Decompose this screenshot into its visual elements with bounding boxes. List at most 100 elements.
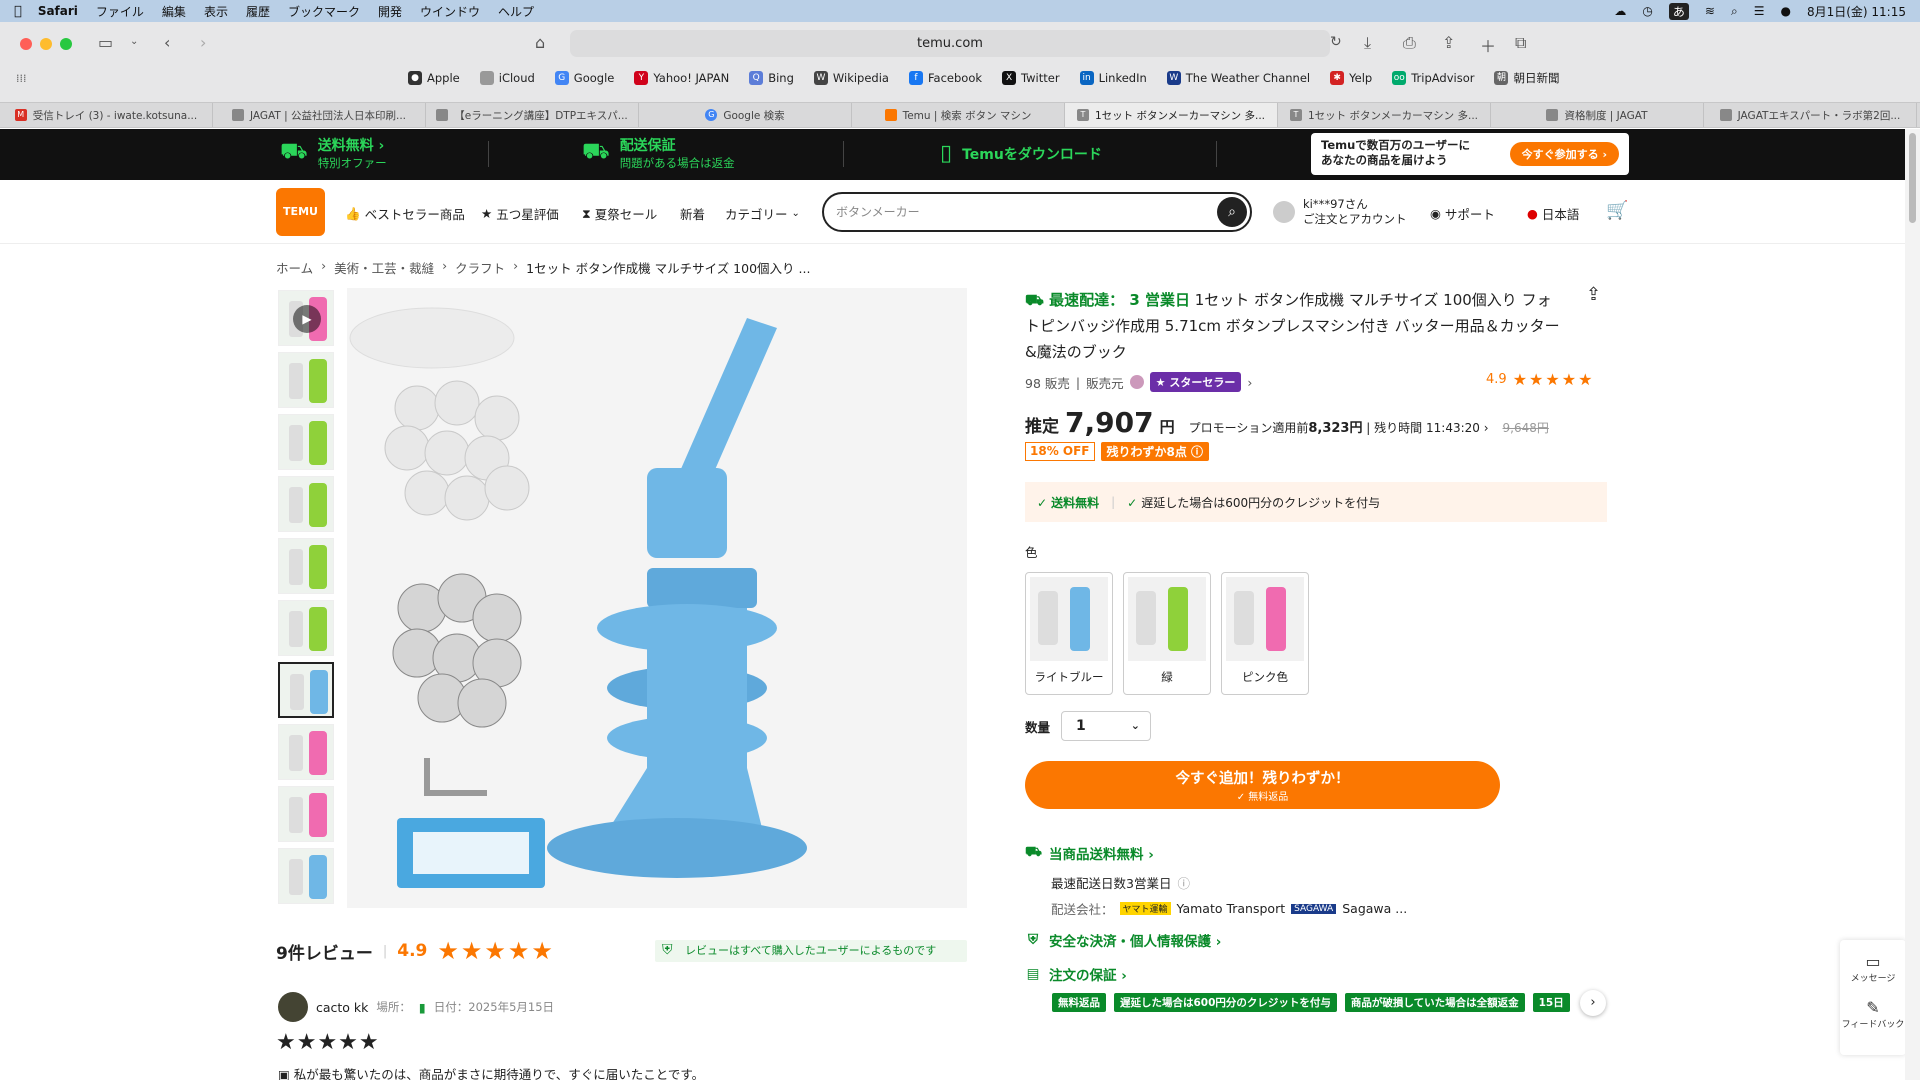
scrollbar-thumb[interactable]: [1909, 133, 1916, 223]
tab-overview-icon[interactable]: ⧉: [1515, 33, 1526, 53]
product-thumbnail[interactable]: [278, 786, 334, 842]
favorite-asahi[interactable]: 朝朝日新聞: [1494, 70, 1559, 86]
order-guarantee-info[interactable]: ▤ 注文の保証 ›: [1025, 964, 1127, 984]
chevron-right-icon[interactable]: ›: [1247, 375, 1252, 390]
tab-jagat-expert[interactable]: JAGATエキスパート・ラボ第2回...: [1704, 103, 1917, 127]
product-thumbnail[interactable]: ▶: [278, 290, 334, 346]
home-icon[interactable]: ⌂: [535, 33, 545, 52]
nav-language[interactable]: ● 日本語: [1527, 204, 1579, 223]
share-icon[interactable]: ⇪: [1442, 33, 1455, 52]
menu-app[interactable]: Safari: [38, 4, 78, 18]
nav-support[interactable]: ◉ サポート: [1430, 204, 1495, 223]
apple-icon[interactable]: : [14, 4, 22, 19]
siri-icon[interactable]: ●: [1780, 4, 1790, 18]
chevron-right-icon[interactable]: ›: [1580, 990, 1606, 1016]
search-input[interactable]: ボタンメーカー ⌕: [822, 192, 1252, 232]
sidebar-toggle-icon[interactable]: ▭: [98, 33, 113, 52]
new-tab-icon[interactable]: ＋: [1480, 33, 1496, 57]
wifi-icon[interactable]: ≋: [1705, 4, 1715, 18]
color-swatch[interactable]: ライトブルー: [1025, 572, 1113, 695]
product-rating[interactable]: 4.9 ★★★★★: [1486, 370, 1594, 389]
nav-summer-sale[interactable]: ⧗ 夏祭セール: [582, 204, 657, 223]
free-shipping-promo[interactable]: ⛟ 送料無料 › 特別オファー: [280, 135, 387, 171]
account-menu[interactable]: ki***97さん ご注文とアカウント: [1273, 197, 1407, 227]
favorite-yahoo[interactable]: Y Yahoo! JAPAN: [634, 71, 729, 85]
tab-google-search[interactable]: G Google 検索: [639, 103, 852, 127]
favorite-bing[interactable]: Q Bing: [749, 71, 794, 85]
control-center-icon[interactable]: ☰: [1754, 4, 1765, 18]
product-thumbnail[interactable]: [278, 414, 334, 470]
spotlight-search-icon[interactable]: ⌕: [1731, 4, 1738, 19]
avatar[interactable]: [278, 992, 308, 1022]
message-button[interactable]: ▭ メッセージ: [1840, 940, 1906, 984]
nav-new-arrivals[interactable]: 新着: [680, 204, 705, 223]
back-icon[interactable]: ‹: [164, 33, 170, 52]
nav-categories[interactable]: カテゴリー ⌄: [725, 204, 800, 223]
menu-help[interactable]: ヘルプ: [498, 3, 534, 20]
product-thumbnail[interactable]: [278, 538, 334, 594]
product-thumbnail[interactable]: [278, 724, 334, 780]
menu-history[interactable]: 履歴: [246, 3, 270, 20]
color-swatch[interactable]: 緑: [1123, 572, 1211, 695]
print-icon[interactable]: ⎙: [1403, 33, 1416, 53]
favorite-tripadvisor[interactable]: oo TripAdvisor: [1392, 71, 1474, 85]
zoom-window-button[interactable]: [60, 38, 72, 50]
favorite-linkedin[interactable]: in LinkedIn: [1079, 71, 1147, 85]
favorite-twitter[interactable]: X Twitter: [1002, 71, 1060, 85]
chevron-down-icon[interactable]: ⌄: [130, 36, 138, 47]
address-bar[interactable]: temu.com: [570, 30, 1330, 57]
tab-jagat-certification[interactable]: 資格制度 | JAGAT: [1491, 103, 1704, 127]
feedback-button[interactable]: ✎ フィードバック: [1840, 984, 1906, 1030]
seller-avatar[interactable]: [1129, 375, 1144, 389]
cloud-icon[interactable]: ☁: [1614, 4, 1626, 18]
favorite-google[interactable]: G Google: [554, 71, 614, 85]
menu-edit[interactable]: 編集: [162, 3, 186, 20]
product-thumbnail[interactable]: [278, 600, 334, 656]
tab-elearning[interactable]: 【eラーニング講座】DTPエキスパ...: [426, 103, 639, 127]
menu-view[interactable]: 表示: [204, 3, 228, 20]
download-icon[interactable]: ⤓: [1364, 33, 1371, 53]
menu-window[interactable]: ウインドウ: [420, 3, 480, 20]
favorite-wikipedia[interactable]: W Wikipedia: [813, 71, 889, 85]
favorite-yelp[interactable]: ✱ Yelp: [1330, 71, 1372, 85]
menu-bookmarks[interactable]: ブックマーク: [288, 3, 360, 20]
breadcrumb-home[interactable]: ホーム: [276, 258, 313, 277]
security-info[interactable]: ⛨ 安全な決済・個人情報保護 ›: [1025, 930, 1221, 950]
share-icon[interactable]: ⇪: [1586, 284, 1601, 305]
favorite-apple[interactable]: ● Apple: [408, 71, 460, 85]
tab-jagat[interactable]: JAGAT | 公益社団法人日本印刷...: [213, 103, 426, 127]
product-thumbnail[interactable]: [278, 352, 334, 408]
product-main-image[interactable]: [347, 288, 967, 908]
favorite-icloud[interactable]: iCloud: [479, 71, 535, 85]
tab-gmail[interactable]: M 受信トレイ (3) - iwate.kotsuna...: [0, 103, 213, 127]
search-icon[interactable]: ⌕: [1217, 197, 1247, 227]
free-shipping-info[interactable]: ⛟ 当商品送料無料 ›: [1025, 843, 1154, 863]
favorite-facebook[interactable]: f Facebook: [908, 71, 982, 85]
nav-five-star[interactable]: ★ 五つ星評価: [481, 204, 559, 223]
input-method-indicator[interactable]: あ: [1668, 2, 1689, 20]
tab-product[interactable]: T 1セット ボタンメーカーマシン 多...: [1278, 103, 1491, 127]
join-now-button[interactable]: 今すぐ参加する ›: [1509, 142, 1619, 166]
star-seller-badge[interactable]: ★ スターセラー: [1149, 372, 1242, 392]
tab-product-active[interactable]: T 1セット ボタンメーカーマシン 多...: [1065, 103, 1278, 127]
reload-icon[interactable]: ↻: [1330, 34, 1342, 50]
quantity-select[interactable]: 1 ⌄: [1061, 711, 1151, 741]
product-thumbnail[interactable]: [278, 848, 334, 904]
menu-file[interactable]: ファイル: [96, 3, 144, 20]
promo-info[interactable]: プロモーション適用前8,323円 | 残り時間 11:43:20 ›: [1189, 417, 1489, 436]
favorite-weather[interactable]: W The Weather Channel: [1166, 71, 1310, 85]
tab-temu-search[interactable]: Temu | 検索 ボタン マシン: [852, 103, 1065, 127]
add-to-cart-button[interactable]: 今すぐ追加！残りわずか！ ✓ 無料返品: [1025, 761, 1500, 809]
grid-icon[interactable]: ⁞⁞⁞: [16, 72, 27, 85]
minimize-window-button[interactable]: [40, 38, 52, 50]
help-icon[interactable]: ⓘ: [1177, 873, 1190, 892]
reviewer-name[interactable]: cacto kk: [316, 1000, 368, 1015]
product-thumbnail[interactable]: [278, 662, 334, 718]
breadcrumb-arts[interactable]: 美術・工芸・裁縫: [334, 258, 434, 277]
close-window-button[interactable]: [20, 38, 32, 50]
menu-clock[interactable]: 8月1日(金) 11:15: [1807, 3, 1906, 20]
forward-icon[interactable]: ›: [200, 33, 206, 52]
delivery-guarantee-promo[interactable]: ⛟ 配送保証 問題がある場合は返金: [582, 135, 735, 171]
temu-logo[interactable]: TEMU: [276, 188, 325, 236]
color-swatch[interactable]: ピンク色: [1221, 572, 1309, 695]
